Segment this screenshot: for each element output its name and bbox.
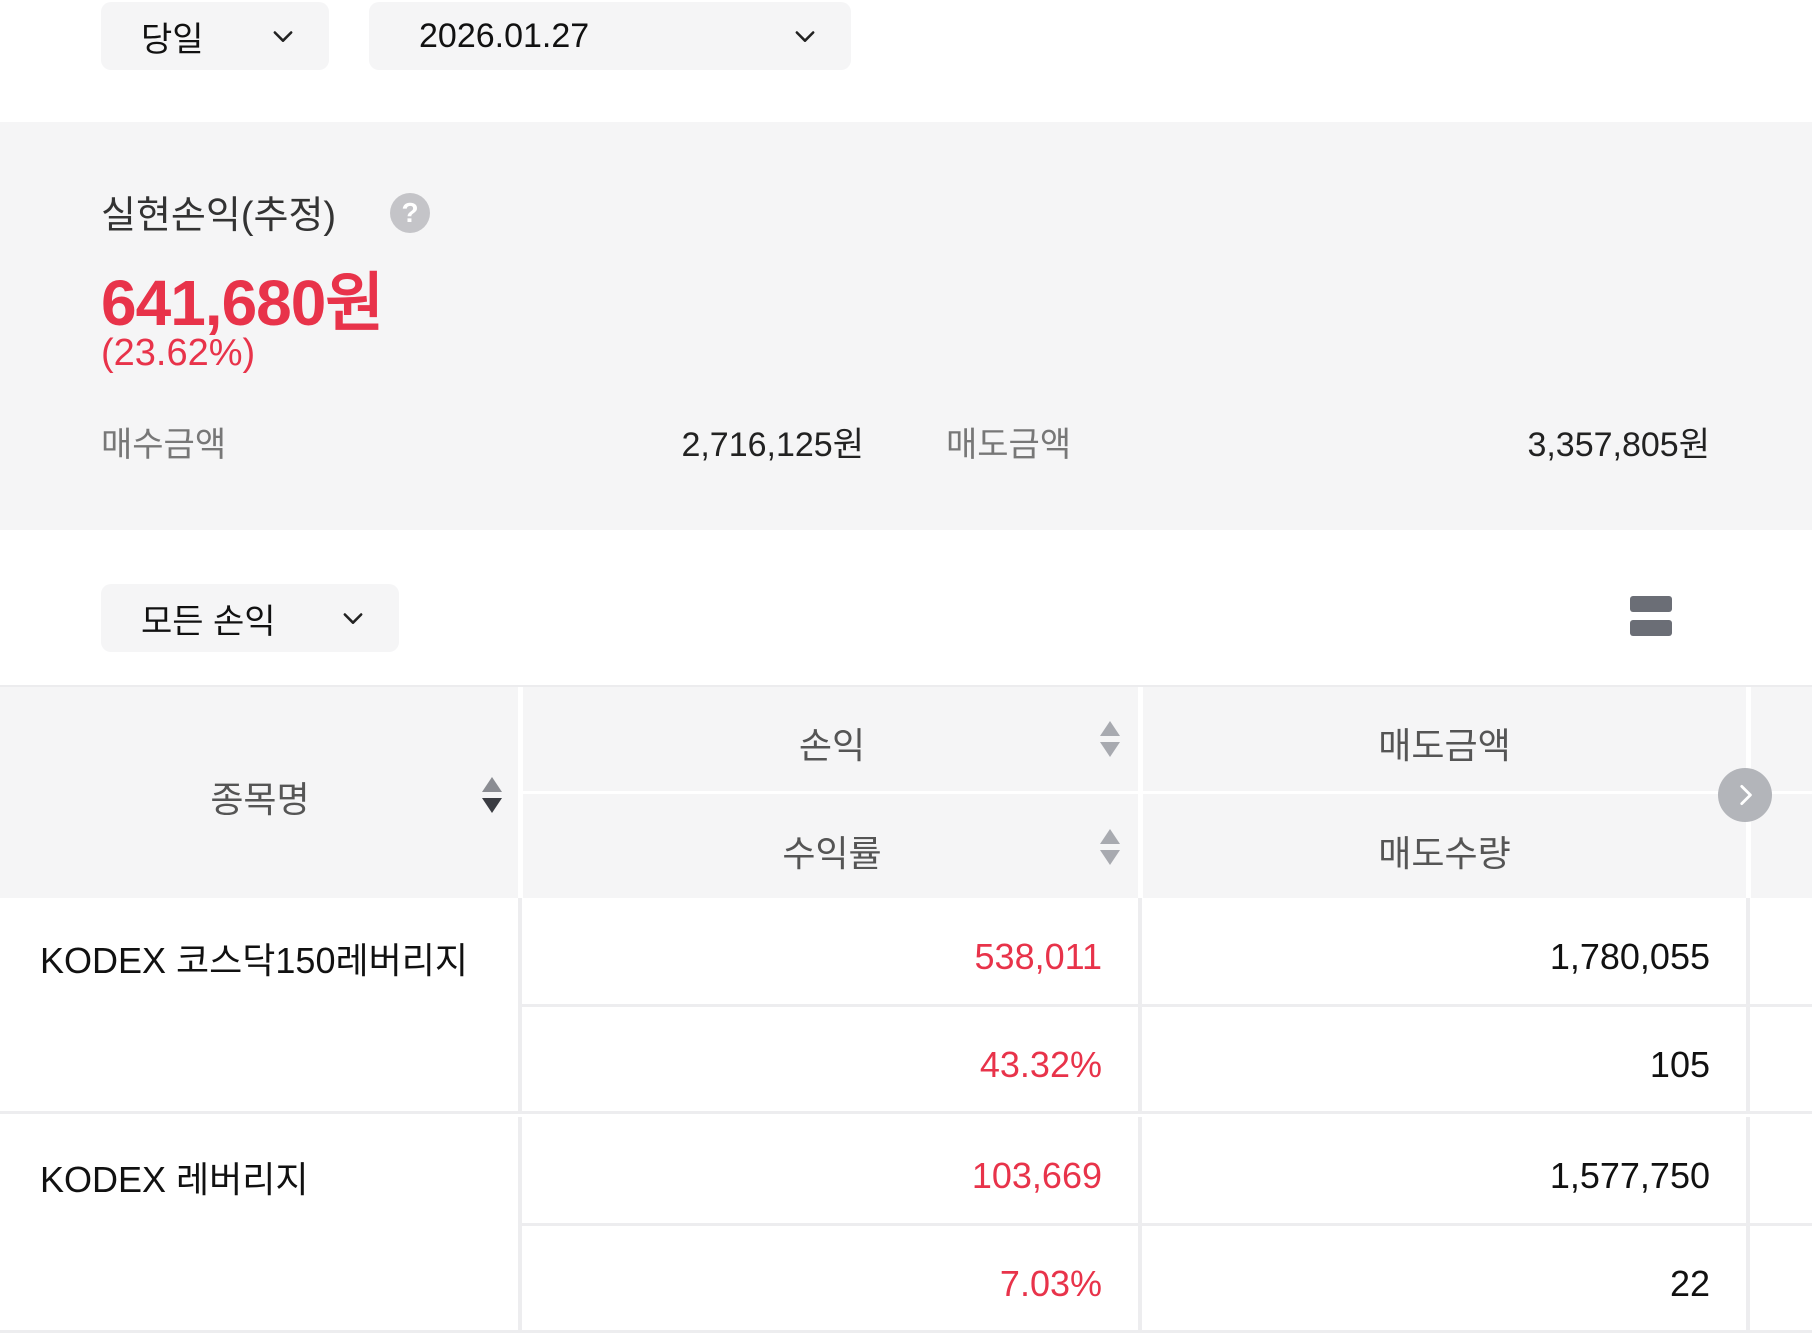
top-filter-bar: 당일 2026.01.27 bbox=[0, 0, 1812, 122]
header-rate[interactable]: 수익률 bbox=[522, 825, 1142, 877]
chevron-down-icon bbox=[343, 613, 363, 624]
sort-icon[interactable] bbox=[480, 775, 504, 815]
header-name[interactable]: 종목명 bbox=[0, 771, 520, 823]
sell-qty-value: 105 bbox=[1649, 1044, 1710, 1085]
buy-amount-label: 매수금액 bbox=[101, 426, 227, 464]
table-row[interactable]: KODEX 레버리지 103,669 7.03% 1,577,750 22 bbox=[0, 1117, 1812, 1333]
column-divider bbox=[1138, 898, 1142, 1114]
table-filter-bar: 모든 손익 bbox=[0, 530, 1812, 685]
table-header: 종목명 손익 수익률 매도금액 매도수량 bbox=[0, 685, 1812, 900]
rate-value: 7.03% bbox=[999, 1263, 1102, 1304]
summary-title: 실현손익(추정) bbox=[101, 195, 337, 237]
row-divider bbox=[522, 1223, 1812, 1226]
stock-name: KODEX 코스닥150레버리지 bbox=[40, 940, 468, 981]
chevron-down-icon bbox=[273, 31, 293, 42]
header-sell-amount: 매도금액 bbox=[1378, 725, 1511, 766]
sell-amount-value: 1,577,750 bbox=[1549, 1155, 1710, 1196]
profit-table: 종목명 손익 수익률 매도금액 매도수량 KODEX 코스닥150레버리지 53… bbox=[0, 685, 1812, 1333]
column-divider bbox=[518, 1117, 522, 1333]
rate-value: 43.32% bbox=[979, 1044, 1102, 1085]
help-icon[interactable]: ? bbox=[390, 193, 430, 233]
realized-profit-amount: 641,680원 bbox=[101, 267, 384, 339]
date-dropdown[interactable]: 2026.01.27 bbox=[369, 2, 851, 70]
realized-profit-summary: 실현손익(추정) ? 641,680원 (23.62%) 매수금액 2,716,… bbox=[0, 122, 1812, 530]
column-divider bbox=[1746, 898, 1750, 1114]
scroll-right-button[interactable] bbox=[1718, 768, 1772, 822]
sell-qty-value: 22 bbox=[1669, 1263, 1710, 1304]
profit-type-dropdown[interactable]: 모든 손익 bbox=[101, 584, 399, 652]
date-dropdown-label: 2026.01.27 bbox=[419, 16, 590, 55]
buy-amount-value: 2,716,125원 bbox=[681, 426, 864, 464]
header-sell-qty: 매도수량 bbox=[1378, 833, 1511, 874]
sell-amount-label: 매도금액 bbox=[946, 426, 1072, 464]
profit-type-label: 모든 손익 bbox=[141, 602, 276, 641]
column-divider bbox=[1138, 1117, 1142, 1333]
profit-value: 103,669 bbox=[971, 1155, 1102, 1196]
stock-name: KODEX 레버리지 bbox=[40, 1159, 309, 1200]
row-divider bbox=[522, 1004, 1812, 1007]
sort-icon[interactable] bbox=[1098, 827, 1122, 867]
column-divider bbox=[518, 898, 522, 1114]
sort-icon[interactable] bbox=[1098, 719, 1122, 759]
period-dropdown-label: 당일 bbox=[141, 20, 204, 59]
column-divider bbox=[1746, 1117, 1750, 1333]
view-toggle-icon[interactable] bbox=[1630, 596, 1672, 638]
header-profit[interactable]: 손익 bbox=[522, 717, 1142, 769]
sell-amount-value: 3,357,805원 bbox=[1527, 426, 1710, 464]
chevron-down-icon bbox=[795, 31, 815, 42]
header-row-divider bbox=[522, 791, 1812, 794]
period-dropdown[interactable]: 당일 bbox=[101, 2, 329, 70]
realized-profit-rate: (23.62%) bbox=[101, 332, 256, 374]
profit-value: 538,011 bbox=[974, 936, 1102, 977]
sell-amount-value: 1,780,055 bbox=[1549, 936, 1710, 977]
chevron-right-icon bbox=[1740, 784, 1752, 806]
table-row[interactable]: KODEX 코스닥150레버리지 538,011 43.32% 1,780,05… bbox=[0, 898, 1812, 1114]
